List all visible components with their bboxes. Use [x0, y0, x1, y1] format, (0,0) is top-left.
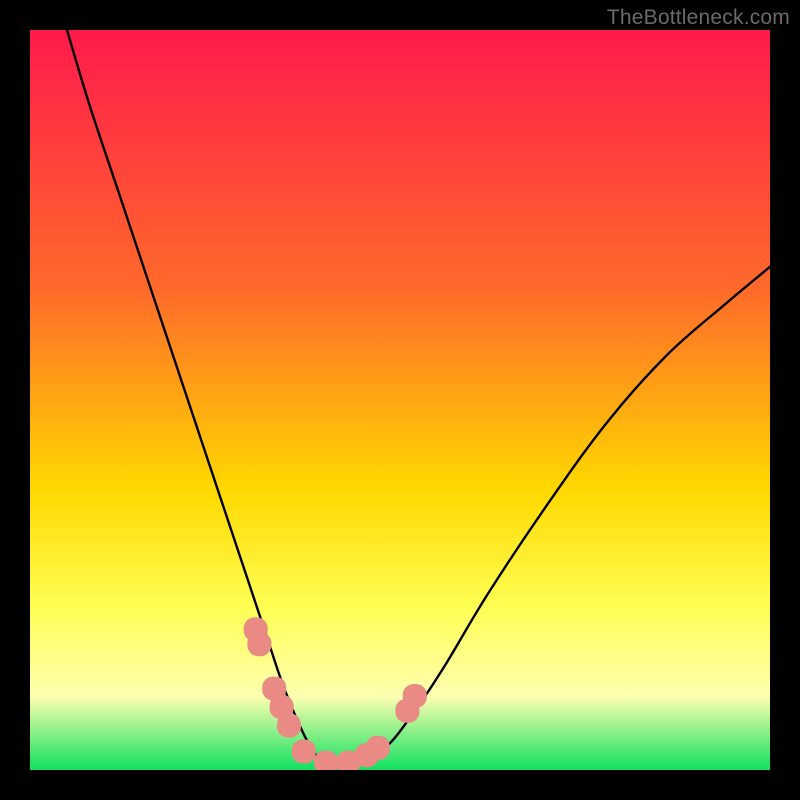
curve-marker [403, 684, 427, 708]
curve-marker [277, 714, 301, 738]
curve-marker [247, 632, 271, 656]
watermark-text: TheBottleneck.com [607, 6, 790, 30]
chart-svg [30, 30, 770, 770]
frame: TheBottleneck.com [0, 0, 800, 800]
curve-marker [292, 740, 316, 764]
plot-area [30, 30, 770, 770]
curve-marker [366, 736, 390, 760]
gradient-background [30, 30, 770, 770]
curve-marker [314, 751, 338, 770]
